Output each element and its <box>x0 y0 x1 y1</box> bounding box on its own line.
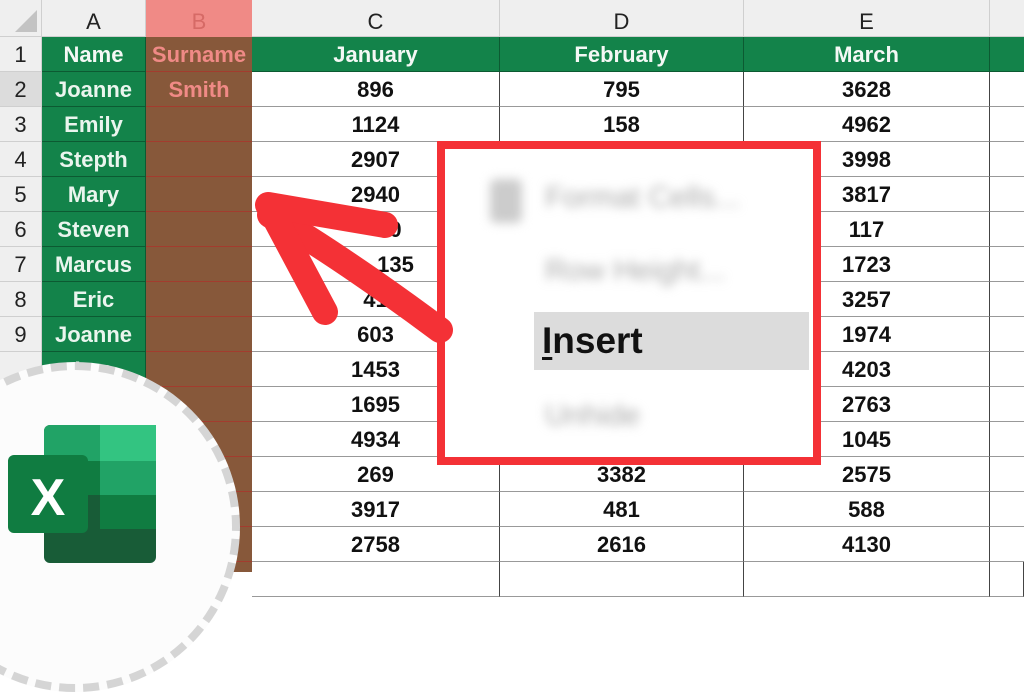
cell-name[interactable]: Steven <box>42 212 146 247</box>
cell-f[interactable] <box>990 142 1024 177</box>
cell-name[interactable]: Stepth <box>42 142 146 177</box>
cell-january[interactable]: 896 <box>252 72 500 107</box>
row-header[interactable]: 4 <box>0 142 42 177</box>
menu-item-row-height[interactable]: Row Height... <box>545 254 725 288</box>
cell-f[interactable] <box>990 282 1024 317</box>
cell[interactable] <box>990 562 1024 597</box>
cell-name[interactable]: Joanne <box>42 317 146 352</box>
cell-march[interactable]: 4962 <box>744 107 990 142</box>
cell-f[interactable] <box>990 492 1024 527</box>
excel-logo-letter: X <box>31 469 66 527</box>
format-cells-icon <box>490 179 522 223</box>
cell-f[interactable] <box>990 387 1024 422</box>
cell-c1[interactable]: January <box>252 37 500 72</box>
menu-item-insert[interactable]: Insert <box>534 312 809 370</box>
cell-surname[interactable] <box>146 317 252 352</box>
cell[interactable] <box>252 562 500 597</box>
menu-item-format-cells[interactable]: Format Cells... <box>545 181 740 215</box>
cell-february[interactable]: 2616 <box>500 527 744 562</box>
cell-january[interactable]: 1124 <box>252 107 500 142</box>
row-header[interactable]: 9 <box>0 317 42 352</box>
cell-surname[interactable] <box>146 177 252 212</box>
cell-name[interactable]: Emily <box>42 107 146 142</box>
insert-label-rest: nsert <box>552 320 643 361</box>
cell-e1[interactable]: March <box>744 37 990 72</box>
cell-f[interactable] <box>990 107 1024 142</box>
cell-f[interactable] <box>990 247 1024 282</box>
cell[interactable] <box>500 562 744 597</box>
cell-f[interactable] <box>990 352 1024 387</box>
select-all-corner[interactable] <box>0 0 42 37</box>
cell-name[interactable]: Joanne <box>42 72 146 107</box>
context-menu: Format Cells... Row Height... Insert Unh… <box>437 141 821 465</box>
row-header[interactable]: 3 <box>0 107 42 142</box>
cell-name[interactable]: Marcus <box>42 247 146 282</box>
cell-february[interactable]: 158 <box>500 107 744 142</box>
cell-f[interactable] <box>990 527 1024 562</box>
cell-name[interactable]: Eric <box>42 282 146 317</box>
cell-march[interactable]: 3628 <box>744 72 990 107</box>
insert-accelerator: I <box>542 320 553 361</box>
cell-surname[interactable] <box>146 212 252 247</box>
cell-surname[interactable]: Smith <box>146 72 252 107</box>
cell-f[interactable] <box>990 177 1024 212</box>
cell-surname[interactable] <box>146 352 252 387</box>
row-header[interactable]: 8 <box>0 282 42 317</box>
column-header-e[interactable]: E <box>744 0 990 37</box>
cell-february[interactable]: 481 <box>500 492 744 527</box>
cell-f[interactable] <box>990 212 1024 247</box>
menu-item-unhide[interactable]: Unhide <box>545 399 640 433</box>
row-header[interactable]: 7 <box>0 247 42 282</box>
cell-f[interactable] <box>990 457 1024 492</box>
cell-surname[interactable] <box>146 142 252 177</box>
row-header[interactable]: 2 <box>0 72 42 107</box>
cell[interactable] <box>744 562 990 597</box>
column-header-b[interactable]: B <box>146 0 252 37</box>
row-header[interactable]: 6 <box>0 212 42 247</box>
cell-f[interactable] <box>990 72 1024 107</box>
cell-february[interactable]: 795 <box>500 72 744 107</box>
cell-march[interactable]: 4130 <box>744 527 990 562</box>
cell-f[interactable] <box>990 422 1024 457</box>
cell-name[interactable]: Mary <box>42 177 146 212</box>
excel-logo-icon: X <box>8 425 156 563</box>
row-header[interactable]: 5 <box>0 177 42 212</box>
cell-f1[interactable] <box>990 37 1024 72</box>
cell-march[interactable]: 588 <box>744 492 990 527</box>
column-header-a[interactable]: A <box>42 0 146 37</box>
cell-a1[interactable]: Name <box>42 37 146 72</box>
cell-surname[interactable] <box>146 282 252 317</box>
cell-surname[interactable] <box>146 107 252 142</box>
cell-surname[interactable] <box>146 247 252 282</box>
column-header-f[interactable] <box>990 0 1024 37</box>
cell-f[interactable] <box>990 317 1024 352</box>
cell-b1[interactable]: Surname <box>146 37 252 72</box>
cell-january[interactable]: 2758 <box>252 527 500 562</box>
column-header-c[interactable]: C <box>252 0 500 37</box>
row-header-1[interactable]: 1 <box>0 37 42 72</box>
cell-january[interactable]: 3917 <box>252 492 500 527</box>
column-header-d[interactable]: D <box>500 0 744 37</box>
cell-d1[interactable]: February <box>500 37 744 72</box>
